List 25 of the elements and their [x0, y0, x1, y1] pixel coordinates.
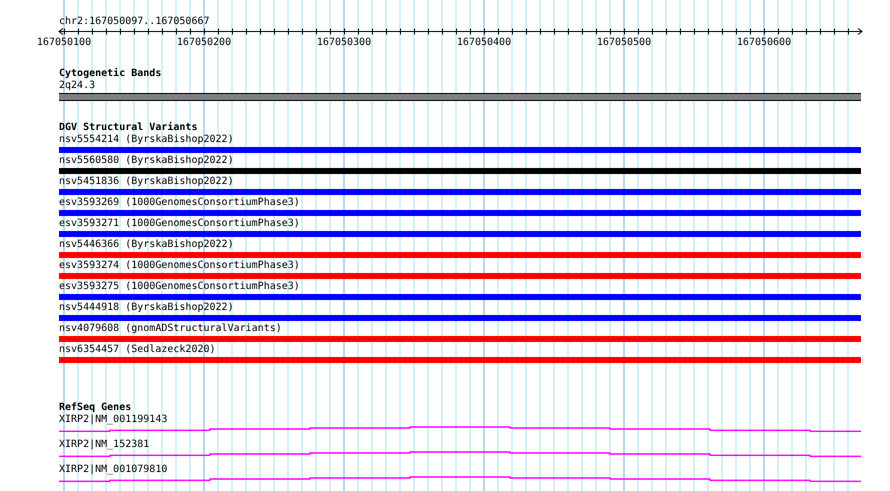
band-label: 2q24.3: [59, 80, 96, 92]
variant-label: nsv4079608 (gnomADStructuralVariants): [59, 323, 282, 335]
tick-label: 167050200: [176, 37, 232, 48]
location-label: chr2:167050097..167050667: [59, 16, 210, 28]
tick-label: 167050500: [596, 37, 652, 48]
variant-label: esv3593271 (1000GenomesConsortiumPhase3): [59, 218, 300, 230]
track-title: DGV Structural Variants: [59, 122, 198, 134]
track-title: Cytogenetic Bands: [59, 68, 162, 80]
tick-label: 167050300: [316, 37, 372, 48]
gene-label: XIRP2|NM_001199143: [59, 414, 168, 426]
variant-label: nsv5444918 (ByrskaBishop2022): [59, 302, 234, 314]
variant-label: nsv5554214 (ByrskaBishop2022): [59, 134, 234, 146]
track-title: RefSeq Genes: [59, 402, 132, 414]
tick-label: 167050100: [36, 37, 92, 48]
variant-label: nsv5560580 (ByrskaBishop2022): [59, 155, 234, 167]
tick-label: 167050400: [456, 37, 512, 48]
variant-label: nsv5446366 (ByrskaBishop2022): [59, 239, 234, 251]
variant-label: esv3593269 (1000GenomesConsortiumPhase3): [59, 197, 300, 209]
variant-label: nsv6354457 (Sedlazeck2020): [59, 344, 216, 356]
variant-label: esv3593274 (1000GenomesConsortiumPhase3): [59, 260, 300, 272]
tick-label: 167050600: [736, 37, 792, 48]
gene-label: XIRP2|NM_001079810: [59, 464, 168, 476]
variant-label: nsv5451836 (ByrskaBishop2022): [59, 176, 234, 188]
variant-label: esv3593275 (1000GenomesConsortiumPhase3): [59, 281, 300, 293]
gene-label: XIRP2|NM_152381: [59, 439, 150, 451]
